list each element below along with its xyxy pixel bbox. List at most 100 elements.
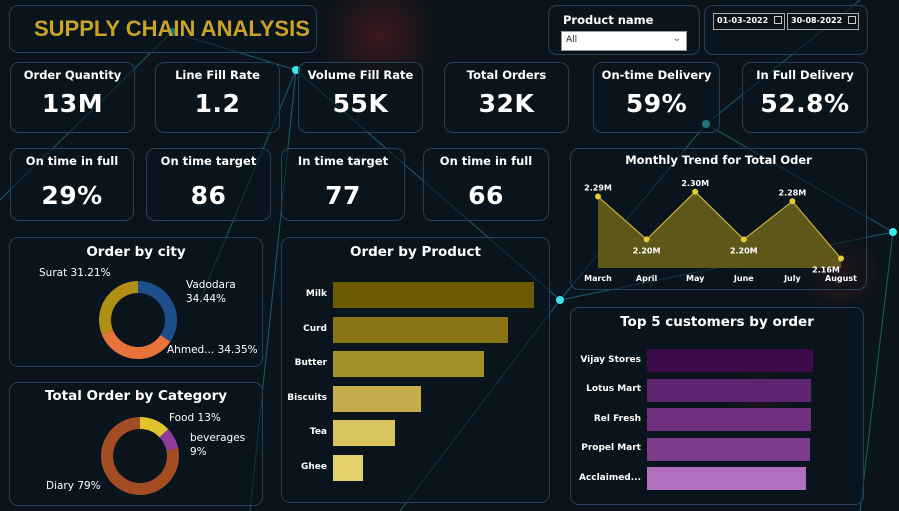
bar-label: Vijay Stores	[580, 354, 641, 365]
bar-label: Acclaimed...	[578, 472, 641, 483]
order-by-product-chart: Milk Curd Butter Biscuits Tea Ghee	[282, 238, 551, 504]
bar[interactable]	[647, 437, 810, 461]
kpi-value: 13M	[41, 89, 104, 118]
kpi-total-orders: Total Orders 32K	[444, 62, 569, 133]
bar[interactable]	[333, 316, 508, 343]
trend-data-label: 2.20M	[730, 246, 758, 255]
top-customers-card: Top 5 customers by order Vijay Stores Lot…	[570, 307, 864, 505]
donut-slice[interactable]	[101, 330, 171, 359]
bar-label: Biscuits	[287, 392, 327, 403]
kpi-value: 29%	[41, 181, 103, 210]
kpi-value: 77	[325, 181, 361, 210]
kpi-title: Line Fill Rate	[175, 68, 260, 82]
trend-x-tick: August	[825, 274, 857, 283]
kpi-order-quantity: Order Quantity 13M	[10, 62, 135, 133]
bar-label: Butter	[294, 358, 327, 368]
title-card: SUPPLY CHAIN ANALYSIS	[9, 5, 317, 53]
trend-data-label: 2.20M	[633, 246, 661, 255]
calendar-icon	[848, 16, 856, 24]
city-label-vadodara: Vadodara 34.44%	[186, 279, 236, 305]
bar[interactable]	[333, 282, 534, 308]
trend-point[interactable]	[643, 236, 650, 243]
trend-data-label: 2.28M	[779, 188, 807, 197]
monthly-trend-chart: 2.29M March 2.20M April 2.30M May 2.20M June 2.2…	[584, 179, 857, 283]
bar[interactable]	[333, 454, 364, 481]
category-label-beverages: beverages 9%	[190, 432, 246, 458]
trend-point[interactable]	[838, 255, 844, 262]
top-customers-chart: Vijay Stores Lotus Mart Rel Fresh Propel Ma…	[571, 308, 865, 506]
trend-point[interactable]	[595, 193, 601, 200]
kpi-value: 55K	[332, 89, 389, 118]
trend-x-tick: April	[636, 274, 658, 283]
kpi-title: On time in full	[25, 154, 119, 168]
kpi-value: 86	[190, 181, 227, 210]
kpi-value: 1.2	[194, 89, 241, 118]
bar-label: Rel Fresh	[593, 413, 641, 424]
bar[interactable]	[647, 408, 812, 431]
city-label-ahmed: Ahmed... 34.35%	[167, 344, 258, 356]
trend-point[interactable]	[740, 236, 747, 243]
bar[interactable]	[647, 349, 813, 372]
kpi-on-time-target: On time target 86	[146, 148, 271, 221]
trend-x-tick: May	[686, 274, 705, 283]
chevron-down-icon: ⌄	[672, 33, 681, 44]
bar-label: Curd	[303, 323, 327, 334]
donut-slice[interactable]	[99, 281, 138, 335]
bar[interactable]	[647, 467, 807, 490]
kpi-on-time-in-full-count: On time in full 66	[423, 148, 549, 221]
bar[interactable]	[647, 378, 812, 402]
category-label-diary: Diary 79%	[46, 480, 101, 492]
product-filter-dropdown[interactable]: All ⌄	[561, 31, 687, 51]
kpi-value: 32K	[478, 89, 535, 118]
product-filter-label: Product name	[563, 13, 654, 27]
trend-point[interactable]	[789, 198, 796, 205]
monthly-trend-card: Monthly Trend for Total Oder 2.29M March 2…	[570, 148, 867, 290]
trend-x-tick: July	[783, 274, 801, 283]
kpi-title: Volume Fill Rate	[307, 68, 414, 82]
kpi-title: In time target	[297, 154, 389, 168]
trend-x-tick: March	[584, 274, 612, 283]
product-filter: Product name All ⌄	[548, 5, 700, 55]
kpi-on-time-in-full-pct: On time in full 29%	[10, 148, 134, 221]
trend-area	[598, 191, 841, 268]
kpi-volume-fill-rate: Volume Fill Rate 55K	[298, 62, 423, 133]
kpi-title: On time target	[160, 154, 257, 168]
start-date-value: 01-03-2022	[717, 16, 769, 25]
kpi-value: 52.8%	[760, 89, 850, 118]
kpi-in-full-delivery: In Full Delivery 52.8%	[742, 62, 868, 133]
category-label-food: Food 13%	[169, 412, 221, 424]
kpi-value: 66	[468, 181, 504, 210]
kpi-title: Total Orders	[466, 68, 547, 82]
kpi-title: In Full Delivery	[756, 68, 854, 82]
trend-x-tick: June	[733, 274, 754, 283]
kpi-title: Order Quantity	[23, 68, 122, 82]
order-by-product-card: Order by Product Milk Curd Butter Biscuits T…	[281, 237, 550, 503]
city-label-surat: Surat 31.21%	[39, 267, 111, 279]
kpi-value: 59%	[625, 89, 688, 118]
order-by-category-card: Total Order by Category Food 13% beverag…	[9, 382, 263, 506]
kpi-on-time-delivery: On-time Delivery 59%	[593, 62, 720, 133]
end-date-input[interactable]: 30-08-2022	[787, 13, 859, 30]
calendar-icon	[774, 16, 782, 24]
trend-point[interactable]	[692, 188, 699, 195]
bar-label: Propel Mart	[581, 443, 641, 453]
bar[interactable]	[333, 351, 484, 377]
bar[interactable]	[333, 385, 422, 412]
donut-slice[interactable]	[138, 281, 177, 342]
page-title: SUPPLY CHAIN ANALYSIS	[34, 16, 310, 41]
order-by-city-card: Order by city Surat 31.21% Vadodara 34.4…	[9, 237, 263, 367]
product-filter-value: All	[566, 35, 578, 45]
bar-label: Milk	[305, 289, 327, 299]
bar-label: Ghee	[300, 461, 327, 472]
kpi-line-fill-rate: Line Fill Rate 1.2	[155, 62, 280, 133]
kpi-title: On-time Delivery	[601, 68, 712, 82]
bar-label: Tea	[309, 427, 327, 437]
kpi-in-time-target: In time target 77	[281, 148, 405, 221]
bar[interactable]	[333, 420, 396, 446]
trend-data-label: 2.30M	[681, 179, 709, 188]
bar-label: Lotus Mart	[586, 384, 641, 394]
start-date-input[interactable]: 01-03-2022	[713, 13, 785, 30]
date-range-card: 01-03-2022 30-08-2022	[704, 5, 868, 55]
trend-data-label: 2.29M	[584, 184, 612, 193]
kpi-title: On time in full	[439, 154, 533, 168]
